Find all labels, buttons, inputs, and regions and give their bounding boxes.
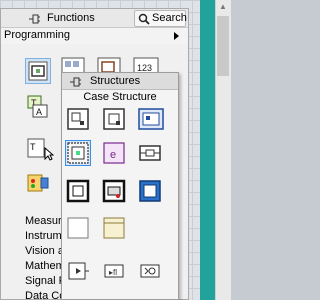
vertical-scrollbar[interactable]: ▲ [215, 0, 231, 300]
event-structure-icon[interactable]: e [102, 141, 126, 165]
string-category-icon[interactable]: T A [25, 93, 51, 119]
local-variable-icon[interactable] [66, 259, 90, 283]
svg-text:▸fl: ▸fl [109, 268, 117, 277]
scrollbar-thumb[interactable] [217, 16, 229, 76]
category-item[interactable]: Signal P [25, 275, 65, 289]
functions-palette-header[interactable]: Functions Search [1, 9, 188, 28]
category-item[interactable]: Measure [25, 215, 65, 229]
structures-palette: Structures Case Structure e ▸fl [61, 72, 179, 300]
structures-category-icon[interactable] [25, 58, 51, 84]
stacked-sequence-icon[interactable] [102, 107, 126, 131]
category-item[interactable]: Vision a [25, 245, 65, 259]
scroll-up-icon[interactable]: ▲ [218, 2, 228, 12]
svg-text:e: e [110, 149, 116, 161]
functions-palette-title: Functions [47, 12, 95, 24]
timed-loop-icon[interactable] [138, 179, 162, 203]
structures-icon [28, 61, 48, 81]
category-item[interactable]: Data Co [25, 290, 65, 300]
category-label: Programming [4, 29, 71, 41]
search-button[interactable]: Search [134, 10, 187, 27]
timed-structure-icon[interactable] [138, 107, 164, 131]
shared-variable-icon[interactable] [138, 259, 162, 283]
case-structure-icon[interactable] [65, 140, 91, 166]
svg-text:T: T [30, 142, 36, 152]
timing-icon [27, 174, 49, 192]
mouse-cursor-icon [44, 147, 54, 161]
feedback-node-icon[interactable] [102, 216, 126, 240]
pin-icon[interactable] [68, 76, 82, 88]
search-label: Search [152, 12, 187, 24]
global-variable-icon[interactable]: ▸fl [102, 259, 126, 283]
flat-sequence-icon[interactable] [66, 107, 90, 131]
search-icon [138, 13, 150, 25]
shift-register-icon[interactable] [66, 216, 90, 240]
category-item[interactable]: Mathem [25, 260, 65, 274]
structures-palette-title: Structures [90, 75, 141, 87]
timing-category-icon[interactable] [25, 171, 51, 197]
while-loop-icon[interactable] [102, 179, 126, 203]
chevron-right-icon [174, 32, 179, 40]
for-loop-icon[interactable] [66, 179, 90, 203]
front-panel-area: ▲ [200, 0, 231, 300]
hovered-item-label: Case Structure [83, 91, 157, 103]
category-item[interactable]: Instrume [25, 230, 65, 244]
category-programming[interactable]: Programming [1, 28, 188, 44]
disable-structure-icon[interactable] [138, 141, 162, 165]
svg-text:A: A [36, 107, 42, 117]
structures-palette-header[interactable]: Structures [62, 73, 178, 90]
pin-icon[interactable] [27, 13, 41, 25]
string-icon: T A [27, 95, 48, 118]
